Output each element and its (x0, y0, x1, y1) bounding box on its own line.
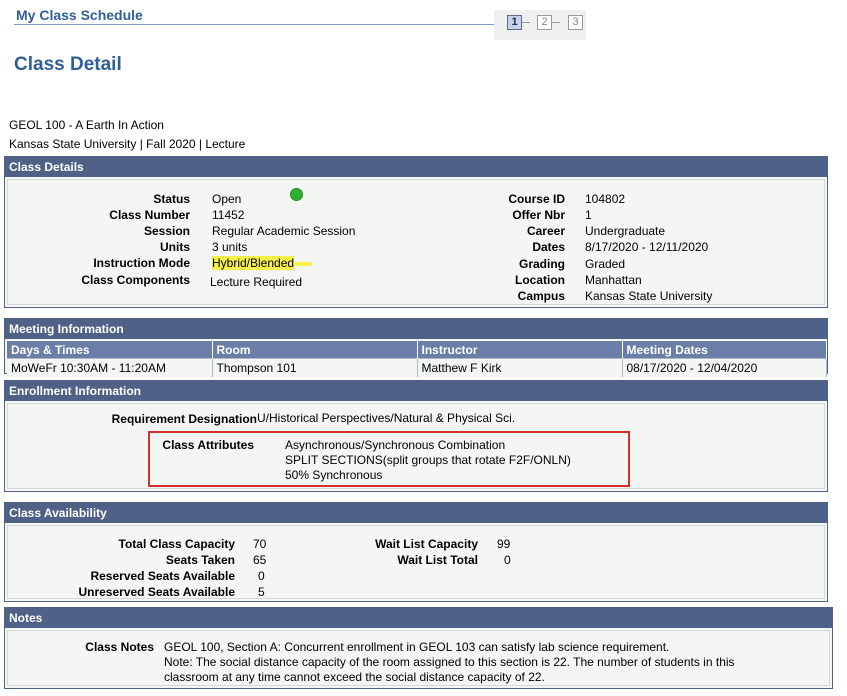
page-title: My Class Schedule (16, 7, 143, 23)
instruction-mode-label: Instruction Mode (93, 256, 190, 270)
section-header: Class Details (5, 157, 827, 177)
session-label: Session (143, 224, 190, 238)
grading-value: Graded (585, 257, 626, 271)
step-connector (522, 22, 530, 23)
wait-list-capacity-value: 99 (497, 537, 511, 551)
page-heading: Class Detail (14, 54, 122, 75)
section-header: Class Availability (5, 503, 827, 523)
class-number-label: Class Number (109, 208, 190, 222)
instruction-mode-value: Hybrid/Blended (212, 256, 313, 270)
reserved-seats-label: Reserved Seats Available (90, 569, 235, 583)
class-attributes-label: Class Attributes (162, 438, 254, 452)
career-label: Career (526, 224, 565, 238)
section-header: Meeting Information (5, 319, 827, 339)
title-divider (14, 24, 494, 25)
requirement-designation-value: U/Historical Perspectives/Natural & Phys… (257, 411, 516, 425)
days-times-cell: MoWeFr 10:30AM - 11:20AM (7, 358, 213, 377)
class-notes-label: Class Notes (85, 640, 154, 654)
class-attribute-item: Asynchronous/Synchronous Combination (285, 438, 506, 452)
reserved-seats-value: 0 (258, 569, 265, 583)
column-header-meeting-dates: Meeting Dates (622, 341, 827, 359)
dates-label: Dates (532, 240, 565, 254)
grading-label: Grading (518, 257, 565, 271)
section-header: Notes (5, 608, 832, 628)
instructor-cell: Matthew F Kirk (417, 358, 623, 377)
unreserved-seats-label: Unreserved Seats Available (78, 585, 235, 599)
course-id-label: Course ID (508, 192, 565, 206)
offer-nbr-label: Offer Nbr (512, 208, 565, 222)
table-header-row: Days & Times Room Instructor Meeting Dat… (7, 341, 827, 359)
class-term: Kansas State University | Fall 2020 | Le… (9, 137, 246, 151)
wait-list-capacity-label: Wait List Capacity (375, 537, 478, 551)
offer-nbr-value: 1 (585, 208, 592, 222)
wait-list-total-label: Wait List Total (397, 553, 478, 567)
section-body: Requirement Designation U/Historical Per… (7, 403, 825, 489)
seats-taken-label: Seats Taken (165, 553, 235, 567)
total-capacity-label: Total Class Capacity (118, 537, 235, 551)
column-header-room: Room (212, 341, 418, 359)
class-note-line: Note: The social distance capacity of th… (164, 655, 735, 669)
column-header-days-times: Days & Times (7, 341, 213, 359)
class-attribute-item: 50% Synchronous (285, 468, 383, 482)
class-details-section: Class Details Status Class Number Sessio… (4, 156, 828, 308)
seats-taken-value: 65 (253, 553, 267, 567)
status-value: Open (212, 192, 242, 206)
units-value: 3 units (212, 240, 248, 254)
meeting-dates-cell: 08/17/2020 - 12/04/2020 (622, 358, 827, 377)
section-body: Class Notes GEOL 100, Section A: Concurr… (7, 630, 830, 686)
open-status-icon (290, 188, 303, 201)
course-id-value: 104802 (585, 192, 626, 206)
class-number-value: 11452 (212, 208, 245, 222)
step-3-button[interactable]: 3 (568, 15, 583, 30)
enrollment-info-section: Enrollment Information Requirement Desig… (4, 380, 828, 492)
class-components-value: Lecture Required (210, 275, 303, 289)
session-value: Regular Academic Session (212, 224, 356, 238)
instruction-mode-text: Hybrid/Blended (212, 256, 295, 270)
unreserved-seats-value: 5 (258, 585, 265, 599)
campus-label: Campus (517, 289, 565, 303)
step-2-button[interactable]: 2 (537, 15, 552, 30)
section-header: Enrollment Information (5, 381, 827, 401)
requirement-designation-label: Requirement Designation (111, 412, 257, 426)
campus-value: Kansas State University (585, 289, 713, 303)
step-indicator: 1 2 3 (494, 10, 586, 40)
total-capacity-value: 70 (253, 537, 267, 551)
location-label: Location (515, 273, 565, 287)
units-label: Units (160, 240, 190, 254)
section-body: Total Class Capacity Seats Taken Reserve… (7, 525, 825, 599)
class-availability-section: Class Availability Total Class Capacity … (4, 502, 828, 602)
section-body: Status Class Number Session Units Instru… (7, 179, 825, 305)
notes-section: Notes Class Notes GEOL 100, Section A: C… (4, 607, 833, 689)
step-connector (552, 22, 560, 23)
dates-value: 8/17/2020 - 12/11/2020 (585, 240, 709, 254)
class-note-line: GEOL 100, Section A: Concurrent enrollme… (164, 640, 670, 654)
location-value: Manhattan (585, 273, 642, 287)
room-cell: Thompson 101 (212, 358, 418, 377)
career-value: Undergraduate (585, 224, 666, 238)
meeting-info-section: Meeting Information Days & Times Room In… (4, 318, 828, 377)
meeting-table: Days & Times Room Instructor Meeting Dat… (7, 341, 827, 377)
class-title: GEOL 100 - A Earth In Action (9, 118, 164, 132)
class-components-label: Class Components (81, 273, 190, 287)
class-note-line: classroom at any time cannot exceed the … (164, 670, 545, 684)
table-row: MoWeFr 10:30AM - 11:20AM Thompson 101 Ma… (7, 358, 827, 377)
step-1-button[interactable]: 1 (507, 15, 522, 30)
status-label: Status (153, 192, 190, 206)
column-header-instructor: Instructor (417, 341, 623, 359)
wait-list-total-value: 0 (504, 553, 511, 567)
highlight-mark (294, 261, 313, 266)
class-attribute-item: SPLIT SECTIONS(split groups that rotate … (285, 453, 571, 467)
